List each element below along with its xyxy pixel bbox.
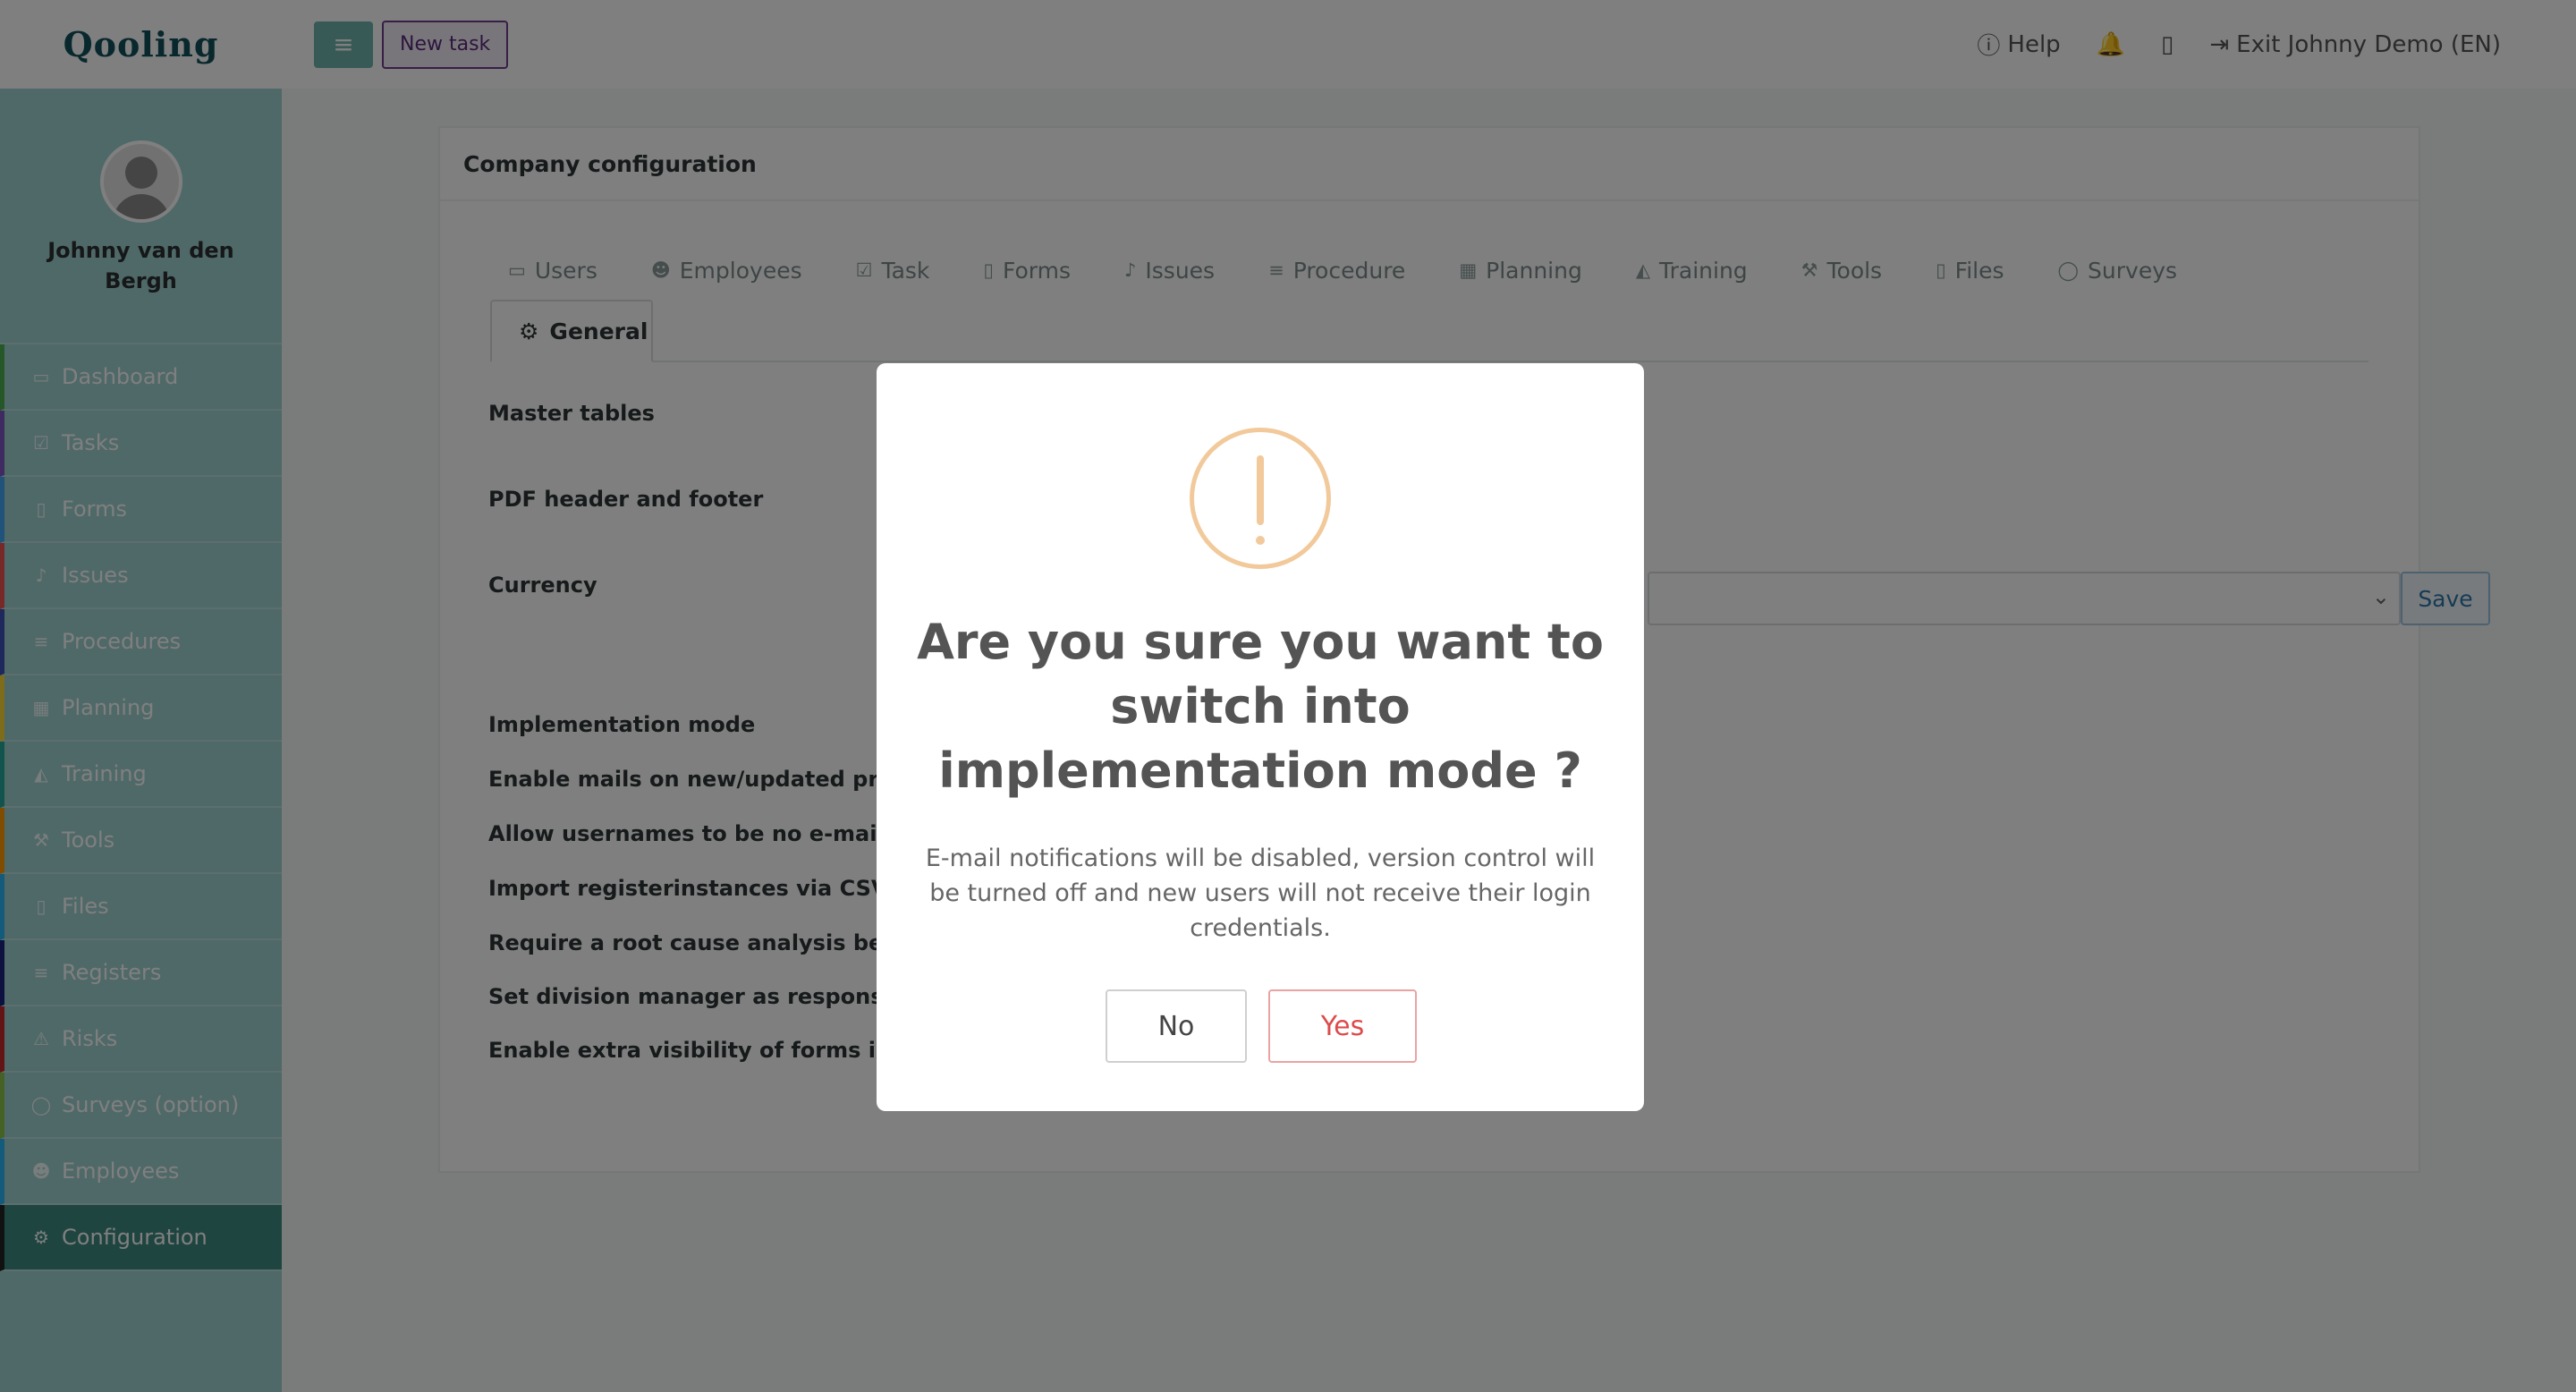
yes-button[interactable]: Yes — [1268, 989, 1417, 1063]
dialog-title: Are you sure you want to switch into imp… — [917, 614, 1604, 799]
exclamation-icon — [1190, 428, 1331, 569]
dialog-message: E-mail notifications will be disabled, v… — [925, 845, 1596, 942]
no-button[interactable]: No — [1106, 989, 1247, 1063]
confirm-dialog: Are you sure you want to switch into imp… — [877, 363, 1644, 1111]
